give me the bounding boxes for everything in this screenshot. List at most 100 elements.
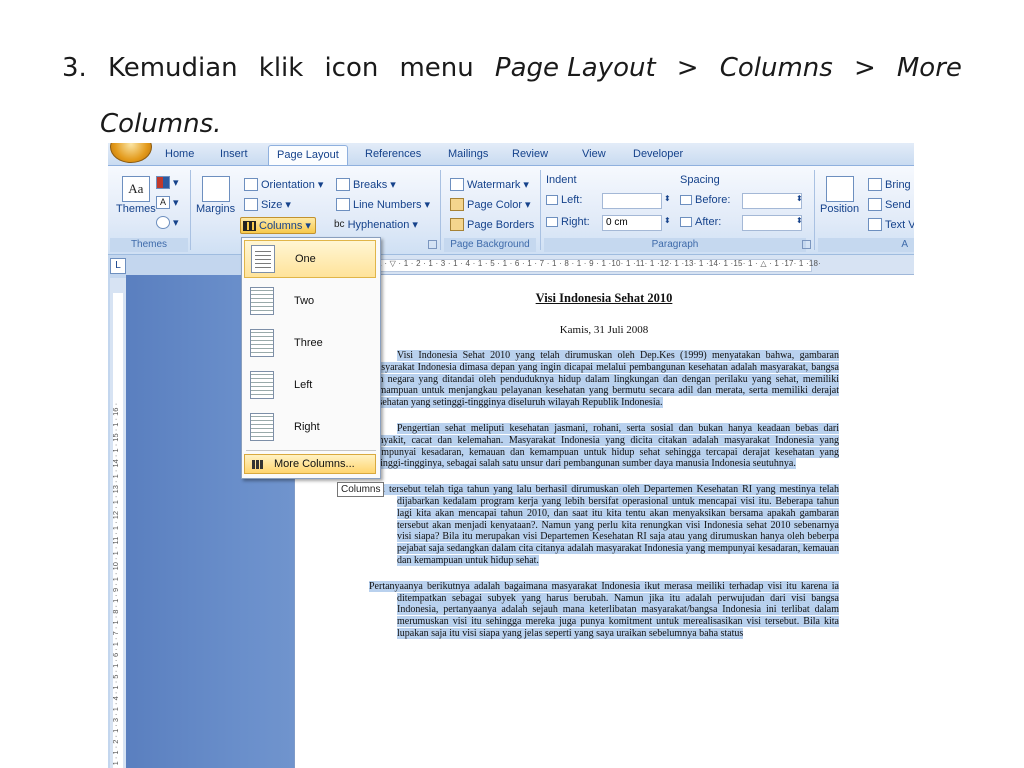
watermark-button[interactable]: Watermark ▾ xyxy=(450,178,529,191)
doc-paragraph: Visi tersebut telah tiga tahun yang lalu… xyxy=(369,484,839,567)
bring-forward-button[interactable]: Bring xyxy=(868,178,911,191)
selected-text: Pengertian sehat meliputi kesehatan jasm… xyxy=(369,422,839,470)
path-page-layout: Page Layout xyxy=(494,53,656,83)
option-label: One xyxy=(295,253,316,265)
hyphenation-button[interactable]: bc Hyphenation ▾ xyxy=(334,218,418,232)
document-body[interactable]: Visi Indonesia Sehat 2010 Kamis, 31 Juli… xyxy=(369,291,839,654)
text-wrap-label: Text V xyxy=(885,218,914,231)
margins-button[interactable]: Margins xyxy=(196,176,235,215)
spacing-after-label: After: xyxy=(695,216,722,228)
columns-button[interactable]: Columns ▾ xyxy=(240,217,316,234)
breaks-icon xyxy=(336,178,350,191)
more-columns-label: More Columns... xyxy=(274,458,355,470)
option-label: Right xyxy=(294,421,320,433)
left-column-icon xyxy=(250,371,274,399)
page-setup-dialog-launcher[interactable] xyxy=(428,240,437,249)
margins-icon xyxy=(201,176,230,202)
send-backward-label: Send xyxy=(885,198,911,211)
columns-option-right[interactable]: Right xyxy=(244,408,376,446)
theme-effects-icon xyxy=(156,216,170,229)
ribbon-tabs: Home Insert Page Layout References Maili… xyxy=(108,143,914,165)
line-numbers-button[interactable]: Line Numbers ▾ xyxy=(336,198,430,211)
page-borders-label: Page Borders xyxy=(467,218,535,231)
paragraph-dialog-launcher[interactable] xyxy=(802,240,811,249)
spacing-after-row: After: xyxy=(680,216,721,228)
themes-label: Themes xyxy=(116,203,156,215)
instruction-word: klik xyxy=(258,53,304,83)
columns-option-three[interactable]: Three xyxy=(244,324,376,362)
columns-tooltip: Columns xyxy=(337,482,385,497)
send-backward-button[interactable]: Send xyxy=(868,198,911,211)
bring-forward-icon xyxy=(868,178,882,191)
columns-label: Columns xyxy=(259,219,303,232)
step-number: 3. xyxy=(62,53,87,83)
page-background-group-label: Page Background xyxy=(444,238,536,252)
columns-dropdown: One Two Three Left Right More Columns... xyxy=(241,237,381,479)
page-color-icon xyxy=(450,198,464,211)
themes-button[interactable]: Aa Themes xyxy=(116,176,156,215)
doc-paragraph: Visi Indonesia Sehat 2010 yang telah dir… xyxy=(369,350,839,409)
tab-mailings[interactable]: Mailings xyxy=(448,148,488,160)
theme-colors-button[interactable]: ▾ xyxy=(156,176,179,189)
tab-selector[interactable]: L xyxy=(110,258,126,274)
tab-page-layout[interactable]: Page Layout xyxy=(268,145,348,165)
indent-left-spinner[interactable]: ⬍ xyxy=(664,194,671,203)
theme-effects-button[interactable]: ▾ xyxy=(156,216,179,229)
page-borders-button[interactable]: Page Borders xyxy=(450,218,534,231)
spacing-after-icon xyxy=(680,217,692,227)
themes-group-label: Themes xyxy=(110,238,188,252)
size-button[interactable]: Size ▾ xyxy=(244,198,291,211)
tab-view[interactable]: View xyxy=(582,148,606,160)
position-icon xyxy=(825,176,854,202)
columns-option-two[interactable]: Two xyxy=(244,282,376,320)
bring-forward-label: Bring xyxy=(885,178,911,191)
line-numbers-icon xyxy=(336,198,350,211)
watermark-icon xyxy=(450,178,464,191)
spacing-before-spinner[interactable]: ⬍ xyxy=(796,194,803,203)
tab-references[interactable]: References xyxy=(365,148,421,160)
doc-paragraph: Pertanyaanya berikutnya adalah bagaimana… xyxy=(369,580,839,640)
menu-divider xyxy=(246,450,376,451)
columns-icon xyxy=(243,220,256,231)
tab-review[interactable]: Review xyxy=(512,148,548,160)
document-page[interactable]: Visi Indonesia Sehat 2010 Kamis, 31 Juli… xyxy=(294,275,914,768)
vertical-ruler[interactable]: · 1 · 1 · 2 · 1 · 3 · 1 · 4 · 1 · 5 · 1 … xyxy=(110,278,127,768)
indent-right-spinner[interactable]: ⬍ xyxy=(664,216,671,225)
theme-fonts-icon: A xyxy=(156,196,170,209)
orientation-button[interactable]: Orientation ▾ xyxy=(244,178,323,191)
option-label: Left xyxy=(294,379,313,391)
indent-right-input[interactable]: 0 cm xyxy=(602,215,662,231)
page-color-label: Page Color xyxy=(467,198,523,211)
ribbon: Aa Themes ▾ A ▾ ▾ Themes Margins Orientat… xyxy=(108,165,914,255)
more-columns-item[interactable]: More Columns... xyxy=(244,454,376,474)
text-wrap-button[interactable]: Text V xyxy=(868,218,914,231)
path-columns: Columns xyxy=(719,53,833,83)
spacing-after-input[interactable] xyxy=(742,215,802,231)
tab-home[interactable]: Home xyxy=(165,148,194,160)
ruler-ticks: · 1 · ▽ · 1 · 2 · 1 · 3 · 1 · 4 · 1 · 5 … xyxy=(372,259,822,268)
group-divider xyxy=(190,170,191,250)
tab-insert[interactable]: Insert xyxy=(220,148,248,160)
spacing-after-spinner[interactable]: ⬍ xyxy=(796,216,803,225)
option-label: Three xyxy=(294,337,323,349)
theme-fonts-button[interactable]: A ▾ xyxy=(156,196,179,209)
columns-option-left[interactable]: Left xyxy=(244,366,376,404)
tab-developer[interactable]: Developer xyxy=(633,148,683,160)
path-more-columns: Columns. xyxy=(100,109,222,139)
indent-left-row: Left: xyxy=(546,194,582,206)
indent-heading: Indent xyxy=(546,174,577,186)
page-color-button[interactable]: Page Color ▾ xyxy=(450,198,531,211)
two-columns-icon xyxy=(250,287,274,315)
indent-left-input[interactable] xyxy=(602,193,662,209)
columns-option-one[interactable]: One xyxy=(244,240,376,278)
selected-text: Pertanyaanya berikutnya adalah bagaimana… xyxy=(369,580,839,639)
horizontal-ruler[interactable]: · 1 · ▽ · 1 · 2 · 1 · 3 · 1 · 4 · 1 · 5 … xyxy=(294,255,914,275)
breaks-button[interactable]: Breaks ▾ xyxy=(336,178,396,191)
right-column-icon xyxy=(250,413,274,441)
indent-right-icon xyxy=(546,217,558,227)
position-button[interactable]: Position xyxy=(820,176,859,215)
spacing-before-input[interactable] xyxy=(742,193,802,209)
margins-label: Margins xyxy=(196,203,236,215)
indent-left-icon xyxy=(546,195,558,205)
instruction-text: 3. Kemudian klik icon menu Page Layout >… xyxy=(62,52,962,140)
